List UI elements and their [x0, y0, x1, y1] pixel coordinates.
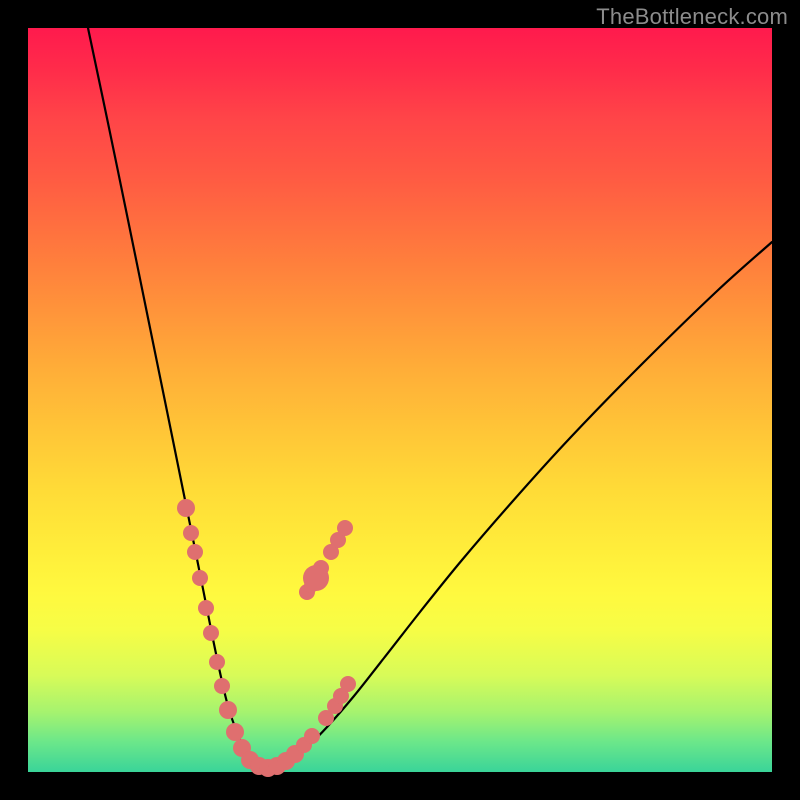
data-marker [214, 678, 230, 694]
data-marker [187, 544, 203, 560]
data-marker [177, 499, 195, 517]
data-marker [192, 570, 208, 586]
data-marker [226, 723, 244, 741]
data-marker [219, 701, 237, 719]
data-marker [203, 625, 219, 641]
data-marker [337, 520, 353, 536]
watermark-text: TheBottleneck.com [596, 4, 788, 30]
data-marker [209, 654, 225, 670]
chart-frame: TheBottleneck.com [0, 0, 800, 800]
marker-layer [177, 499, 356, 777]
data-marker [340, 676, 356, 692]
data-marker [198, 600, 214, 616]
plot-area [28, 28, 772, 772]
data-marker [304, 728, 320, 744]
chart-svg [28, 28, 772, 772]
data-marker [303, 565, 329, 591]
data-marker [183, 525, 199, 541]
bottleneck-curve [88, 28, 772, 768]
